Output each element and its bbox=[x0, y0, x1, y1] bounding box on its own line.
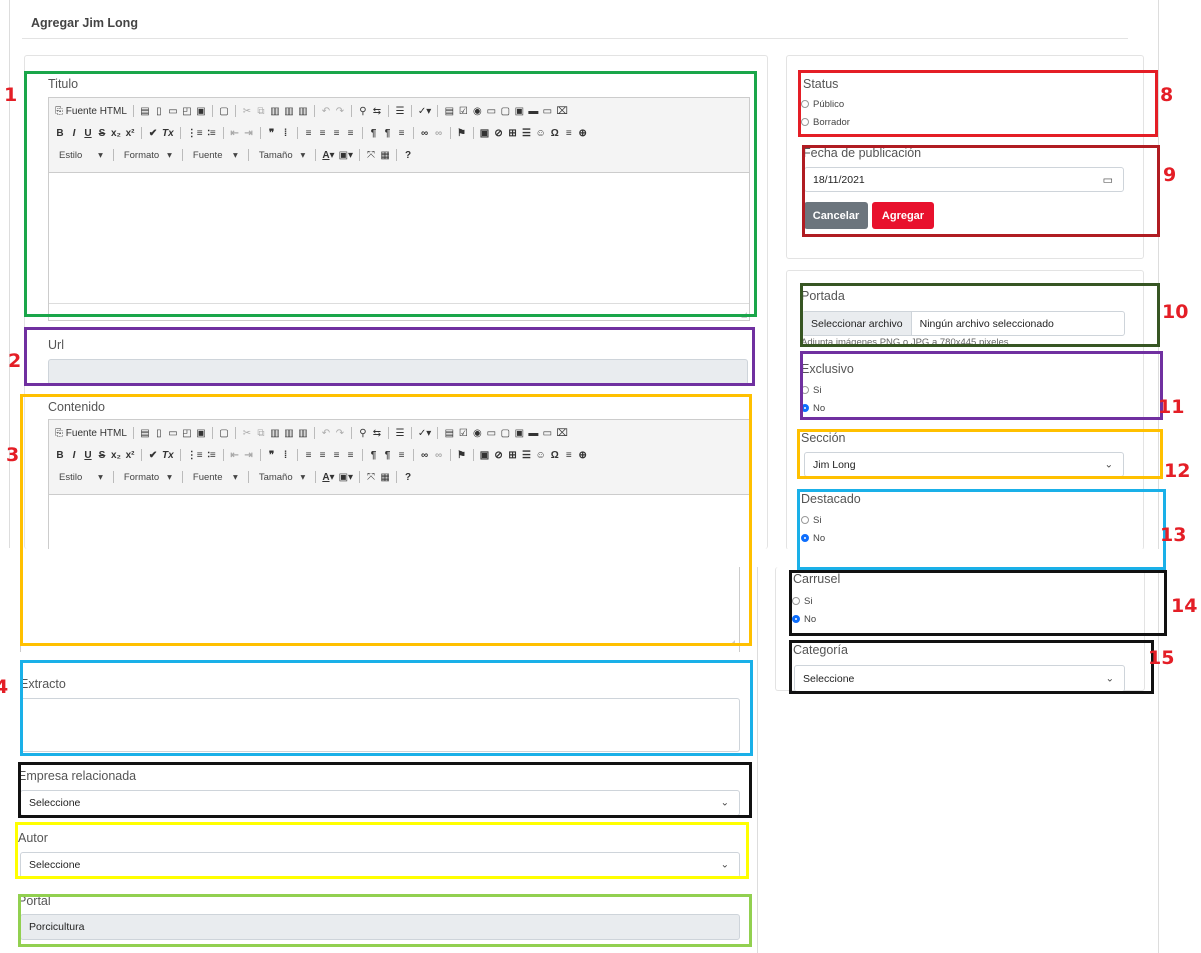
annotation-box-6 bbox=[15, 822, 749, 879]
annotation-box-12 bbox=[797, 429, 1163, 479]
annotation-box-7 bbox=[18, 894, 752, 947]
annotation-number-2: 2 bbox=[8, 350, 22, 372]
annotation-box-4 bbox=[20, 660, 753, 756]
annotation-box-9 bbox=[802, 145, 1160, 237]
title-divider bbox=[22, 38, 1128, 39]
annotation-number-12: 12 bbox=[1164, 460, 1191, 482]
annotation-number-9: 9 bbox=[1163, 164, 1177, 186]
annotation-number-13: 13 bbox=[1160, 524, 1187, 546]
annotation-box-13 bbox=[797, 489, 1166, 570]
annotation-box-5 bbox=[18, 762, 752, 818]
left-panel-border bbox=[757, 548, 758, 953]
annotation-box-3 bbox=[20, 394, 752, 646]
annotation-number-8: 8 bbox=[1160, 84, 1174, 106]
annotation-number-11: 11 bbox=[1158, 396, 1185, 418]
annotation-box-15 bbox=[789, 640, 1154, 694]
annotation-number-15: 15 bbox=[1148, 647, 1175, 669]
annotation-number-10: 10 bbox=[1162, 301, 1189, 323]
annotation-number-4: 4 bbox=[0, 676, 9, 698]
annotation-box-11 bbox=[800, 351, 1163, 420]
annotation-number-1: 1 bbox=[4, 84, 18, 106]
annotation-box-14 bbox=[789, 570, 1167, 636]
annotation-number-3: 3 bbox=[6, 444, 20, 466]
annotation-box-8 bbox=[798, 70, 1158, 137]
annotation-box-2 bbox=[24, 327, 755, 386]
annotation-box-1 bbox=[24, 71, 757, 317]
page-title: Agregar Jim Long bbox=[31, 16, 138, 30]
annotation-box-10 bbox=[800, 283, 1160, 347]
annotation-number-14: 14 bbox=[1171, 595, 1198, 617]
